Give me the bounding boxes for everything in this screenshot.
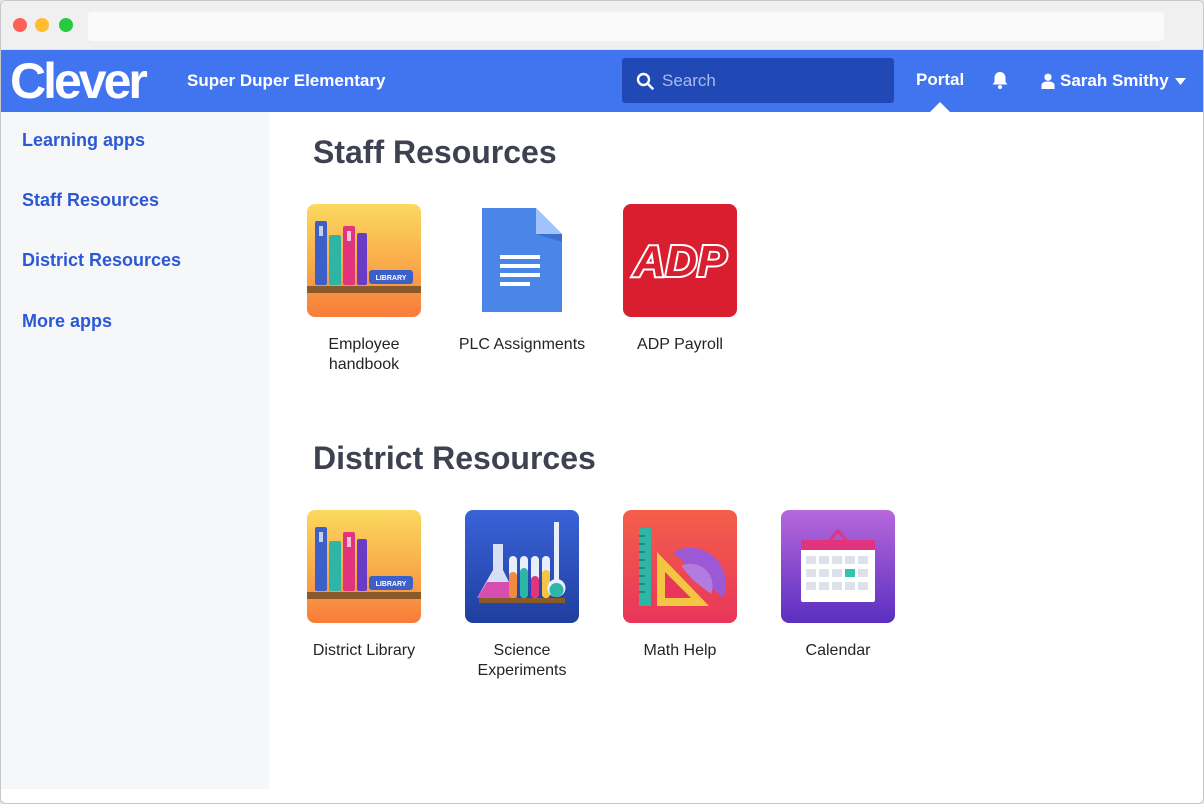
maximize-window-button[interactable]	[59, 18, 73, 32]
library-books-icon: LIBRARY	[307, 204, 421, 317]
app-tile-calendar[interactable]: Calendar	[768, 510, 908, 661]
top-navigation-bar: Clever Super Duper Elementary Portal Sar…	[1, 50, 1203, 112]
close-window-button[interactable]	[13, 18, 27, 32]
google-docs-icon	[465, 204, 579, 317]
portal-link[interactable]: Portal	[916, 70, 964, 90]
app-label: ADP Payroll	[637, 336, 723, 353]
main-content: Staff Resources LIBRARY Employee handboo…	[269, 112, 1203, 803]
sidebar-item-learning-apps[interactable]: Learning apps	[22, 130, 145, 151]
sidebar-item-district-resources[interactable]: District Resources	[22, 250, 181, 271]
library-books-icon: LIBRARY	[307, 510, 421, 623]
sidebar: Learning apps Staff Resources District R…	[1, 112, 269, 789]
app-label: District Library	[312, 642, 416, 659]
clever-logo[interactable]: Clever	[10, 53, 148, 109]
app-tile-district-library[interactable]: LIBRARY District Library	[294, 510, 434, 661]
adp-logo-icon: ADP ADP	[623, 204, 737, 317]
library-tag: LIBRARY	[376, 581, 407, 588]
test-tubes-icon	[465, 510, 579, 623]
user-name: Sarah Smithy	[1060, 71, 1169, 90]
user-menu[interactable]: Sarah Smithy	[1041, 70, 1186, 92]
notifications-bell-icon[interactable]	[990, 70, 1010, 90]
portal-active-indicator	[930, 102, 950, 112]
chevron-down-icon	[1174, 77, 1186, 85]
search-box[interactable]	[622, 58, 894, 103]
calendar-icon	[781, 510, 895, 623]
search-icon	[636, 72, 654, 90]
browser-window: Clever Super Duper Elementary Portal Sar…	[0, 0, 1204, 804]
minimize-window-button[interactable]	[35, 18, 49, 32]
address-bar[interactable]	[88, 12, 1164, 41]
app-tile-adp-payroll[interactable]: ADP ADP ADP Payroll	[610, 204, 750, 355]
protractor-ruler-icon	[623, 510, 737, 623]
section-title-staff-resources: Staff Resources	[313, 134, 557, 170]
sidebar-item-staff-resources[interactable]: Staff Resources	[22, 190, 159, 211]
sidebar-item-more-apps[interactable]: More apps	[22, 311, 112, 332]
search-input[interactable]	[662, 58, 887, 103]
browser-chrome	[1, 1, 1203, 50]
app-label: Science Experiments	[477, 642, 567, 679]
app-label: PLC Assignments	[458, 336, 586, 353]
app-tile-plc-assignments[interactable]: PLC Assignments	[452, 204, 592, 355]
app-tile-math-help[interactable]: Math Help	[610, 510, 750, 661]
user-icon	[1041, 73, 1055, 89]
adp-wordmark-fill: ADP	[633, 237, 728, 286]
app-label: Calendar	[805, 642, 871, 659]
app-tile-employee-handbook[interactable]: LIBRARY Employee handbook	[294, 204, 434, 375]
app-label: Employee handbook	[328, 336, 400, 373]
library-tag: LIBRARY	[376, 275, 407, 282]
school-name: Super Duper Elementary	[187, 71, 386, 90]
app-label: Math Help	[643, 642, 717, 659]
app-tile-science-experiments[interactable]: Science Experiments	[452, 510, 592, 681]
section-title-district-resources: District Resources	[313, 440, 596, 476]
